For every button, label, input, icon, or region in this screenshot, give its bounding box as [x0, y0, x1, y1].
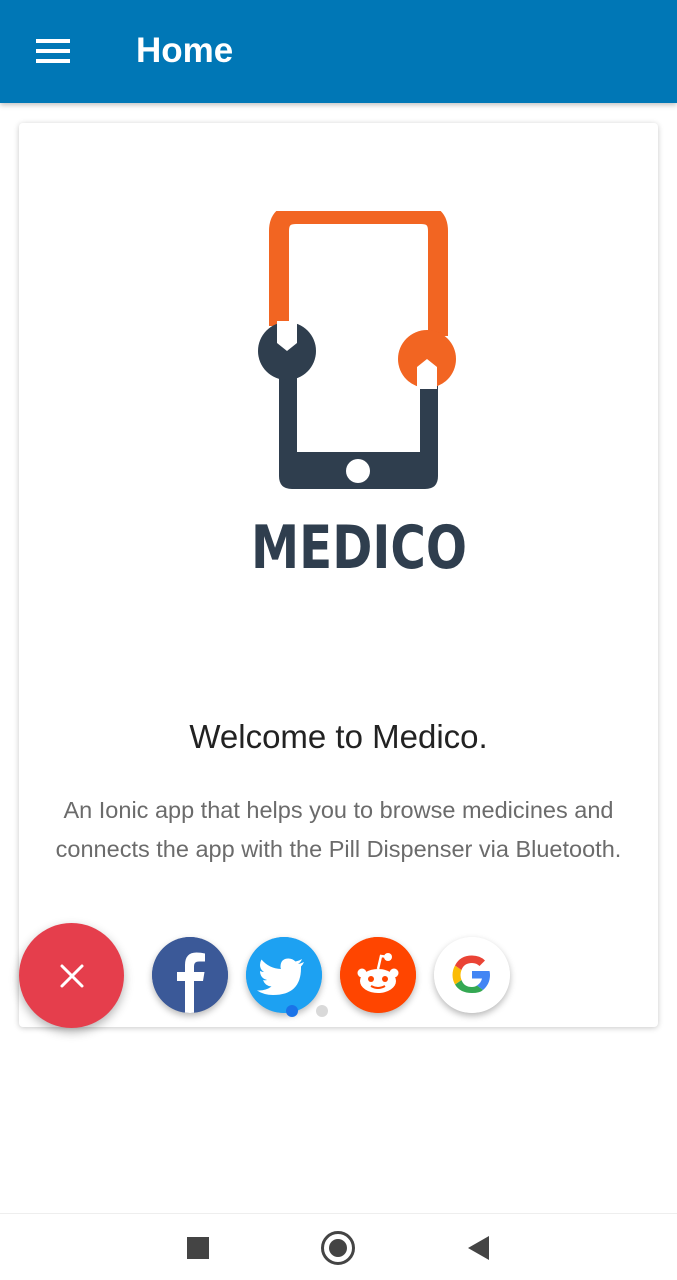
facebook-icon: [152, 937, 228, 1013]
circle-icon: [321, 1231, 355, 1265]
menu-button[interactable]: [22, 28, 84, 74]
welcome-title: Welcome to Medico.: [189, 718, 488, 755]
twitter-icon: [246, 937, 322, 1013]
page-title: Home: [136, 31, 234, 70]
home-button[interactable]: [318, 1228, 358, 1268]
medico-logo: MEDICO: [251, 211, 467, 581]
back-button[interactable]: [458, 1228, 498, 1268]
reddit-share-button[interactable]: [340, 937, 416, 1013]
menu-icon: [36, 39, 70, 63]
reddit-icon: [340, 937, 416, 1013]
carousel-dot: [316, 1005, 328, 1017]
twitter-share-button[interactable]: [246, 937, 322, 1013]
welcome-description: An Ionic app that helps you to browse me…: [55, 797, 622, 862]
close-fab-button[interactable]: [19, 923, 124, 1028]
logo-brand-text: MEDICO: [251, 513, 467, 581]
square-icon: [187, 1237, 209, 1259]
google-share-button[interactable]: [434, 937, 510, 1013]
system-nav-bar: [0, 1213, 677, 1280]
recents-button[interactable]: [178, 1228, 218, 1268]
close-icon: [60, 964, 83, 987]
back-triangle-icon: [468, 1236, 489, 1260]
app-toolbar: Home: [0, 0, 677, 103]
welcome-card: MEDICO Welcome to Medico. An Ionic app t…: [19, 123, 658, 1027]
carousel-dot-active: [286, 1005, 298, 1017]
google-icon: [434, 937, 510, 1013]
facebook-share-button[interactable]: [152, 937, 228, 1013]
